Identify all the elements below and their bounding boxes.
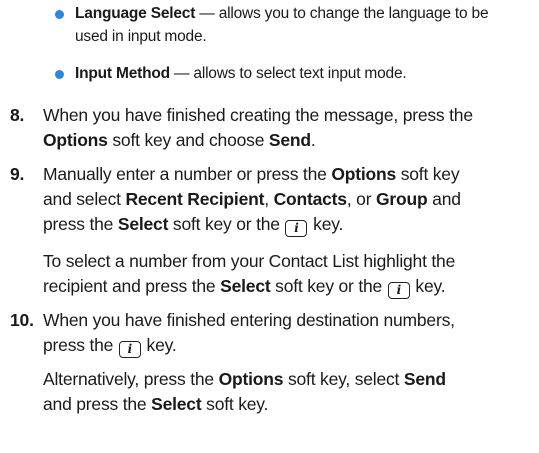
key-term-options: Options [43,130,108,150]
step-line: When you have finished entering destinat… [43,310,455,330]
step-line: , [264,189,274,209]
note-line: To select a number from your Contact Lis… [43,251,456,271]
note-line: key. [410,276,446,296]
step-line: and select [43,189,126,209]
step-text: When you have finished creating the mess… [10,103,535,153]
key-term-options: Options [331,164,397,184]
bullet-desc: — allows to select text input mode. [169,65,407,82]
note-line: soft key, select [283,369,404,389]
step-number: 10. [10,310,34,330]
step-line: press the [43,335,118,355]
bullet-term: Language Select [75,5,196,22]
step-9-note: To select a number from your Contact Lis… [43,249,533,299]
step-line: . [310,130,316,150]
key-term-group: Group [376,189,428,209]
bullet-item-language-select: Language Select — allows you to change t… [55,2,535,48]
key-term-send: Send [403,369,446,389]
step-number: 8. [10,105,25,125]
note-line: soft key. [201,394,269,414]
step-line: key. [141,335,177,355]
step-line: When you have finished creating the mess… [43,105,473,125]
note-line: recipient and press the [43,276,221,296]
step-8: 8. When you have finished creating the m… [10,103,535,153]
step-line: press the [43,214,118,234]
note-line: soft key or the [270,276,387,296]
step-number: 9. [10,164,25,184]
key-term-select: Select [151,394,202,414]
bullet-dot-icon [55,70,64,79]
manual-page: Language Select — allows you to change t… [0,0,539,453]
bullet-item-input-method: Input Method — allows to select text inp… [55,62,535,85]
key-term-select: Select [220,276,271,296]
key-term-recent-recipient: Recent Recipient [125,189,265,209]
key-term-options: Options [218,369,284,389]
bullet-desc: — allows you to change the language to b… [195,5,489,22]
key-term-contacts: Contacts [273,189,347,209]
step-10: 10. When you have finished entering dest… [10,308,535,358]
i-key-icon: i [118,341,141,358]
step-line: soft key or the [168,214,285,234]
step-line: soft key [396,164,460,184]
step-10-note: Alternatively, press the Options soft ke… [43,367,533,417]
step-line: Manually enter a number or press the [43,164,332,184]
step-line: , or [346,189,376,209]
bullet-dot-icon [55,10,64,19]
step-line: and [427,189,461,209]
step-9: 9. Manually enter a number or press the … [10,162,535,237]
bullet-desc-cont: used in input mode. [75,28,207,45]
key-term-select: Select [117,214,169,234]
i-key-icon: i [285,220,308,237]
key-term-send: Send [268,130,311,150]
step-text: Manually enter a number or press the Opt… [10,162,535,237]
i-key-icon: i [387,282,410,299]
step-text: When you have finished entering destinat… [10,308,535,358]
bullet-term: Input Method [75,65,170,82]
note-line: and press the [43,394,152,414]
note-line: Alternatively, press the [43,369,219,389]
step-line: key. [308,214,344,234]
step-line: soft key and choose [107,130,269,150]
